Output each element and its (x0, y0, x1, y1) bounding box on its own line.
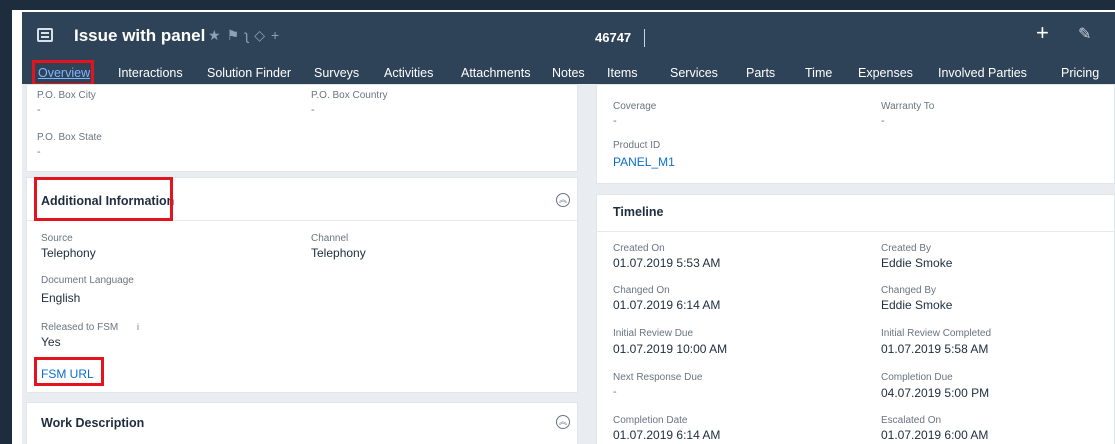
object-header: Issue with panel ★⚑ʅ◇+ 46747 + ✎ Overvie… (22, 12, 1115, 86)
tab-surveys[interactable]: Surveys (314, 66, 359, 80)
screenshot-frame: Issue with panel ★⚑ʅ◇+ 46747 + ✎ Overvie… (0, 0, 1115, 444)
changed-by-label: Changed By (881, 285, 937, 296)
coverage-label: Coverage (613, 101, 657, 112)
po-box-state-label: P.O. Box State (37, 132, 102, 143)
header-action-icons: ★⚑ʅ◇+ (208, 27, 285, 44)
collapse-icon[interactable]: ︽ (556, 415, 570, 429)
created-by-value: Eddie Smoke (881, 256, 953, 270)
completion-due-value: 04.07.2019 5:00 PM (881, 386, 990, 400)
changed-on-value: 01.07.2019 6:14 AM (613, 298, 721, 312)
tab-notes[interactable]: Notes (552, 66, 585, 80)
page-title: Issue with panel (74, 26, 206, 45)
po-box-state-value: - (37, 146, 41, 158)
flag-icon[interactable]: ⚑ (227, 27, 246, 43)
timeline-title: Timeline (613, 205, 664, 219)
product-id-link[interactable]: PANEL_M1 (613, 155, 675, 169)
add-icon[interactable]: + (271, 27, 285, 43)
highlight-overview-tab (32, 60, 94, 86)
source-value: Telephony (41, 246, 96, 260)
po-box-country-value: - (311, 104, 315, 116)
escalated-on-label: Escalated On (881, 415, 942, 426)
next-response-due-label: Next Response Due (613, 372, 703, 383)
released-to-fsm-value: Yes (41, 335, 61, 349)
highlight-additional-information (34, 177, 173, 221)
document-language-label: Document Language (41, 275, 134, 286)
ticket-id: 46747 (595, 30, 632, 45)
tab-parts[interactable]: Parts (746, 66, 775, 80)
info-icon[interactable]: i (137, 322, 139, 332)
work-description-title: Work Description (41, 416, 145, 430)
tab-bar: Overview Interactions Solution Finder Su… (22, 66, 1115, 86)
initial-review-due-value: 01.07.2019 10:00 AM (613, 342, 728, 356)
po-box-country-label: P.O. Box Country (311, 90, 388, 101)
changed-on-label: Changed On (613, 285, 670, 296)
work-description-card: Work Description ︽ (26, 402, 578, 444)
header-row: Issue with panel ★⚑ʅ◇+ 46747 + ✎ (22, 12, 1115, 60)
product-card: Coverage - Warranty To - Product ID PANE… (596, 84, 1115, 184)
tab-services[interactable]: Services (670, 66, 718, 80)
tab-attachments[interactable]: Attachments (461, 66, 530, 80)
product-id-label: Product ID (613, 140, 661, 151)
tab-time[interactable]: Time (805, 66, 832, 80)
coverage-value: - (613, 115, 617, 127)
completion-due-label: Completion Due (881, 372, 953, 383)
collapse-icon[interactable]: ︽ (556, 193, 570, 207)
tab-involved-parties[interactable]: Involved Parties (938, 66, 1027, 80)
app-shell: Issue with panel ★⚑ʅ◇+ 46747 + ✎ Overvie… (22, 12, 1115, 444)
rss-icon[interactable]: ʅ (245, 27, 254, 43)
tab-activities[interactable]: Activities (384, 66, 433, 80)
highlight-fsm-url (34, 357, 104, 386)
create-button[interactable]: + (1036, 20, 1049, 46)
document-language-value: English (41, 291, 81, 305)
warranty-to-label: Warranty To (881, 101, 935, 112)
initial-review-completed-value: 01.07.2019 5:58 AM (881, 342, 989, 356)
po-box-city-value: - (37, 104, 41, 116)
tab-pricing[interactable]: Pricing (1061, 66, 1099, 80)
window-top-edge (0, 0, 1115, 10)
channel-value: Telephony (311, 246, 366, 260)
timeline-card: Timeline Created On 01.07.2019 5:53 AM C… (596, 194, 1115, 444)
header-separator (644, 29, 645, 47)
created-on-value: 01.07.2019 5:53 AM (613, 256, 721, 270)
star-icon[interactable]: ★ (208, 27, 227, 43)
channel-label: Channel (311, 233, 349, 244)
object-type-icon[interactable] (37, 28, 53, 42)
tag-icon[interactable]: ◇ (254, 27, 271, 43)
next-response-due-value: - (613, 386, 617, 398)
created-on-label: Created On (613, 243, 665, 254)
completion-date-label: Completion Date (613, 415, 688, 426)
initial-review-completed-label: Initial Review Completed (881, 328, 992, 339)
section-divider (597, 231, 1115, 232)
source-label: Source (41, 233, 73, 244)
escalated-on-value: 01.07.2019 6:00 AM (881, 428, 989, 442)
edit-pencil-icon[interactable]: ✎ (1078, 24, 1091, 44)
changed-by-value: Eddie Smoke (881, 298, 953, 312)
po-box-city-label: P.O. Box City (37, 90, 96, 101)
address-card: P.O. Box City - P.O. Box Country - P.O. … (26, 84, 578, 172)
tab-solution-finder[interactable]: Solution Finder (207, 66, 291, 80)
tab-expenses[interactable]: Expenses (858, 66, 913, 80)
released-to-fsm-label: Released to FSM (41, 322, 119, 333)
tab-interactions[interactable]: Interactions (118, 66, 183, 80)
created-by-label: Created By (881, 243, 932, 254)
tab-items[interactable]: Items (607, 66, 638, 80)
completion-date-value: 01.07.2019 6:14 AM (613, 428, 721, 442)
initial-review-due-label: Initial Review Due (613, 328, 694, 339)
warranty-to-value: - (881, 115, 885, 127)
window-left-edge (0, 0, 12, 444)
